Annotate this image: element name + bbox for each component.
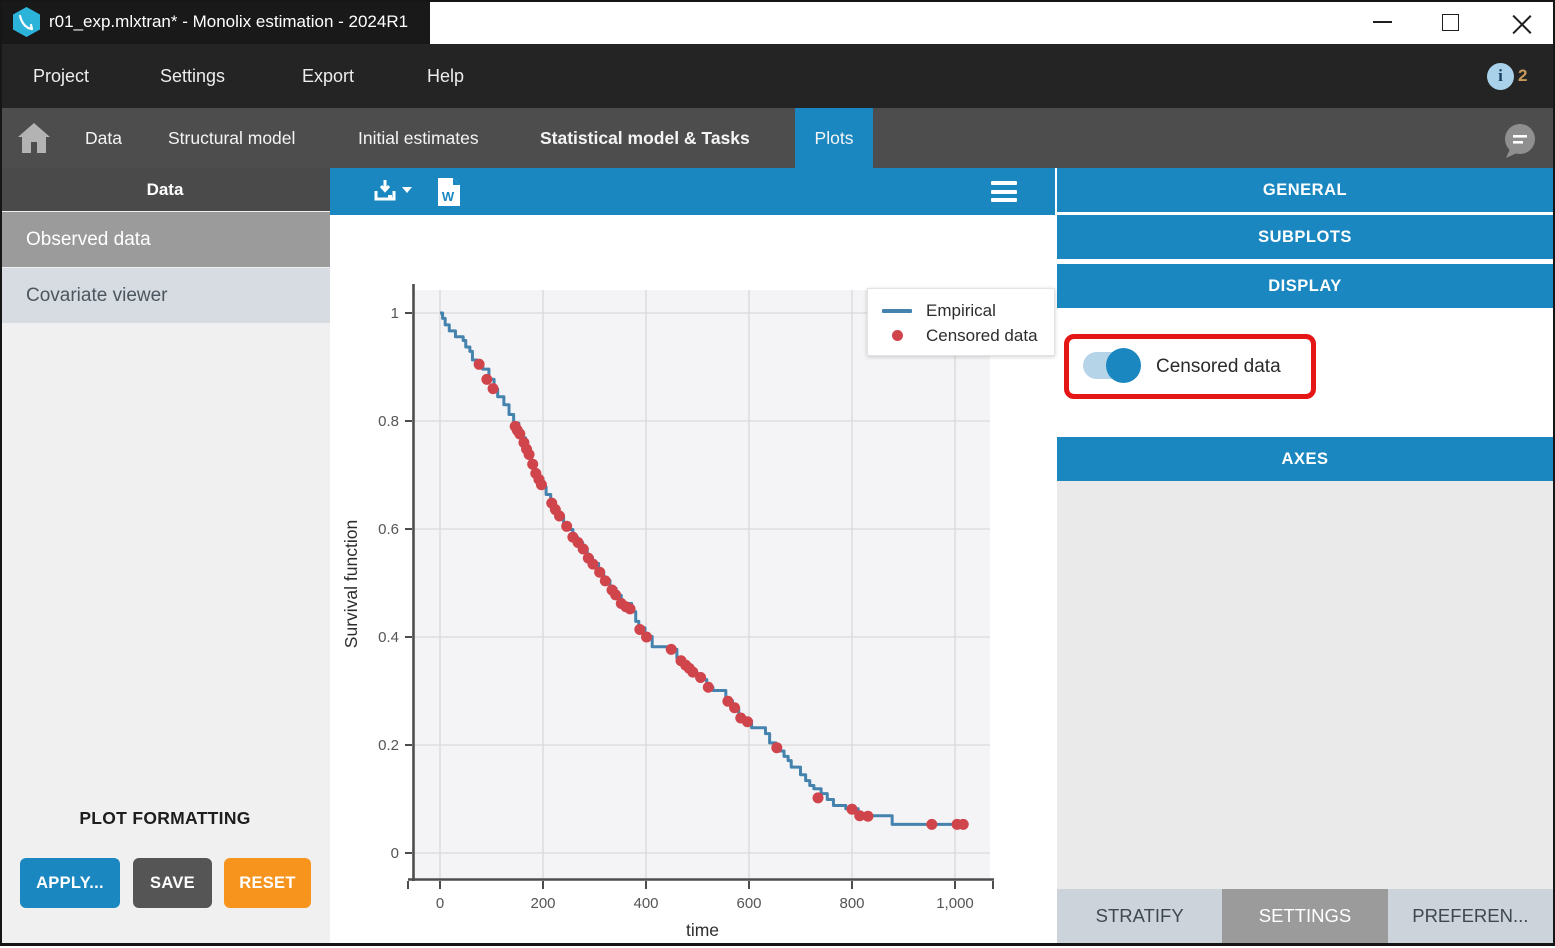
save-button[interactable]: SAVE	[133, 858, 212, 908]
apply-button[interactable]: APPLY...	[20, 858, 120, 908]
title-bar: r01_exp.mlxtran* - Monolix estimation - …	[0, 0, 1555, 44]
censored-data-point	[742, 716, 753, 727]
censored-data-point	[771, 742, 782, 753]
close-button[interactable]	[1499, 0, 1545, 44]
menu-settings[interactable]: Settings	[160, 44, 225, 108]
tab-stratify[interactable]: STRATIFY	[1057, 889, 1222, 943]
info-icon: i	[1487, 63, 1514, 90]
section-axes[interactable]: AXES	[1057, 437, 1553, 481]
plot-background	[415, 290, 990, 878]
feedback-chat-icon[interactable]	[1500, 123, 1538, 160]
annotation-red-box	[1064, 334, 1316, 399]
maximize-button[interactable]	[1427, 0, 1473, 44]
censored-data-point	[666, 644, 677, 655]
close-icon	[1513, 13, 1531, 31]
censored-data-point	[703, 682, 714, 693]
download-plot-button[interactable]	[374, 179, 414, 205]
censored-data-point	[481, 374, 492, 385]
plot-formatting-title: PLOT FORMATTING	[0, 808, 330, 829]
sidebar-section-data: Data	[0, 168, 330, 211]
svg-text:W: W	[442, 189, 455, 204]
survival-chart: 0 0.2 0.4 0.6 0.8 1 0 200 400 600 800 1,000 time Surv…	[330, 215, 1055, 943]
minimize-icon	[1373, 21, 1392, 23]
empirical-line-swatch	[882, 309, 912, 313]
y-tick-label: 0.4	[378, 629, 399, 646]
menu-project[interactable]: Project	[33, 44, 89, 108]
y-axis-title: Survival function	[341, 520, 361, 648]
x-tick-label: 600	[736, 895, 761, 912]
monolix-window: { "window": { "title": "r01_exp.mlxtran*…	[0, 0, 1555, 946]
censored-data-point	[625, 603, 636, 614]
maximize-icon	[1442, 14, 1459, 31]
x-tick-label: 400	[633, 895, 658, 912]
section-subplots[interactable]: SUBPLOTS	[1057, 215, 1553, 259]
plot-menu-hamburger-button[interactable]	[991, 181, 1017, 202]
tab-preferences[interactable]: PREFEREN...	[1388, 889, 1553, 943]
reset-button[interactable]: RESET	[224, 858, 311, 908]
tab-statistical-model-tasks[interactable]: Statistical model & Tasks	[540, 108, 750, 168]
legend-item-censored: Censored data	[882, 323, 1054, 348]
censored-data-point	[474, 359, 485, 370]
censored-data-point	[695, 672, 706, 683]
censored-data-point	[524, 449, 535, 460]
plot-card: W 0 0.2 0.4 0.6 0.8 1 0 200 400 600 800 1,000 time Su…	[330, 168, 1055, 943]
section-general[interactable]: GENERAL	[1057, 168, 1553, 212]
y-tick-label: 0.8	[378, 413, 399, 430]
settings-panel: GENERAL SUBPLOTS DISPLAY Censored data A…	[1057, 168, 1553, 943]
y-tick-label: 0.6	[378, 521, 399, 538]
y-tick-label: 0	[391, 845, 399, 862]
censored-data-point	[561, 521, 572, 532]
censored-data-point	[862, 811, 873, 822]
censored-data-point	[926, 819, 937, 830]
legend-label-empirical: Empirical	[926, 301, 996, 321]
censored-dot-swatch	[892, 330, 903, 341]
notification-count-badge: 2	[1518, 66, 1527, 86]
plot-toolbar: W	[330, 168, 1055, 215]
window-title: r01_exp.mlxtran* - Monolix estimation - …	[49, 12, 408, 32]
monolix-logo-icon	[13, 7, 40, 37]
display-section-body: Censored data	[1057, 312, 1553, 437]
download-caret-icon	[402, 187, 412, 193]
x-tick-label: 200	[530, 895, 555, 912]
sidebar-item-covariate-viewer[interactable]: Covariate viewer	[0, 268, 330, 323]
notifications-button[interactable]: i 2	[1487, 60, 1527, 92]
x-tick-label: 1,000	[936, 895, 974, 912]
window-border-left	[0, 0, 2, 946]
y-tick-label: 1	[391, 305, 399, 322]
censored-data-point	[554, 511, 565, 522]
menu-bar: Project Settings Export Help i 2	[0, 44, 1555, 108]
tab-plots[interactable]: Plots	[795, 108, 873, 168]
sidebar-item-observed-data[interactable]: Observed data	[0, 212, 330, 267]
section-display[interactable]: DISPLAY	[1057, 264, 1553, 308]
window-border-top	[0, 0, 1555, 2]
panel-bottom-tabs: STRATIFY SETTINGS PREFEREN...	[1057, 889, 1553, 943]
export-word-button[interactable]: W	[438, 178, 460, 206]
tab-structural-model[interactable]: Structural model	[168, 108, 295, 168]
chart-legend: Empirical Censored data	[867, 288, 1055, 356]
menu-export[interactable]: Export	[302, 44, 354, 108]
censored-data-point	[729, 702, 740, 713]
x-axis-title: time	[686, 920, 719, 940]
main-tab-bar: Data Structural model Initial estimates …	[0, 108, 1555, 168]
x-tick-label: 800	[839, 895, 864, 912]
tab-data[interactable]: Data	[85, 108, 122, 168]
left-sidebar: Data Observed data Covariate viewer PLOT…	[0, 168, 330, 943]
x-tick-label: 0	[436, 895, 444, 912]
title-bar-dark-segment: r01_exp.mlxtran* - Monolix estimation - …	[0, 0, 430, 44]
tab-initial-estimates[interactable]: Initial estimates	[358, 108, 479, 168]
menu-help[interactable]: Help	[427, 44, 464, 108]
censored-data-point	[641, 632, 652, 643]
censored-data-point	[958, 819, 969, 830]
y-tick-label: 0.2	[378, 737, 399, 754]
minimize-button[interactable]	[1359, 0, 1405, 44]
censored-data-point	[600, 575, 611, 586]
censored-data-point	[488, 383, 499, 394]
legend-item-empirical: Empirical	[882, 298, 1054, 323]
settings-panel-empty-area	[1057, 481, 1553, 889]
home-icon[interactable]	[18, 123, 50, 153]
censored-data-point	[813, 792, 824, 803]
censored-data-point	[536, 479, 547, 490]
tab-settings-panel[interactable]: SETTINGS	[1222, 889, 1387, 943]
legend-label-censored: Censored data	[926, 326, 1038, 346]
